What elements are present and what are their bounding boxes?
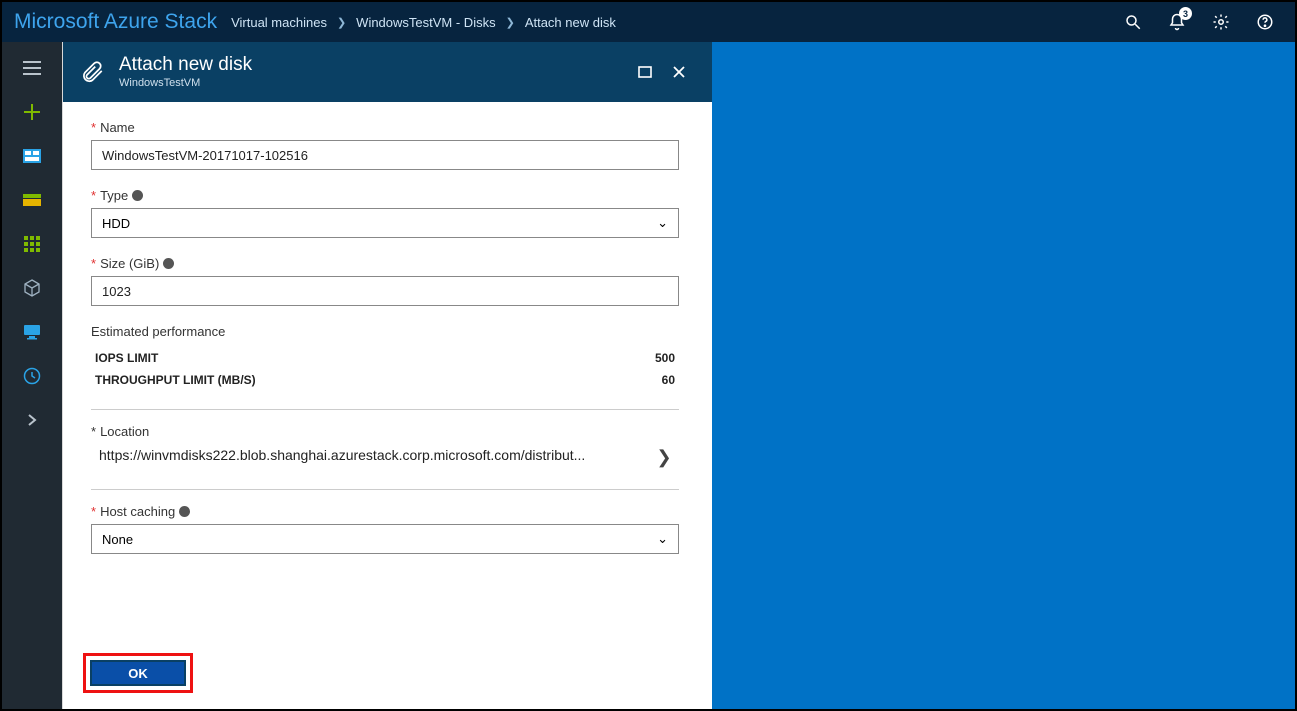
sidebar: [2, 42, 62, 709]
search-button[interactable]: [1111, 2, 1155, 42]
close-icon: [672, 65, 686, 79]
chevron-down-icon: ⌄: [657, 215, 668, 231]
blade-subtitle: WindowsTestVM: [119, 77, 628, 89]
type-label: Type: [100, 188, 128, 203]
chevron-right-icon: ❯: [337, 16, 346, 29]
chevron-right-icon: [26, 413, 38, 427]
topbar: Microsoft Azure Stack Virtual machines ❯…: [2, 2, 1295, 42]
perf-row: IOPS LIMIT 500: [91, 347, 679, 369]
name-label: Name: [100, 120, 135, 135]
restore-icon: [638, 66, 652, 78]
breadcrumb-item[interactable]: Attach new disk: [525, 15, 616, 30]
ok-button[interactable]: OK: [90, 660, 186, 686]
blade: Attach new disk WindowsTestVM * Name: [62, 42, 712, 709]
sidebar-more[interactable]: [2, 398, 62, 442]
main: Attach new disk WindowsTestVM * Name: [62, 42, 1295, 709]
chevron-down-icon: ⌄: [657, 531, 668, 547]
sidebar-all-resources[interactable]: [2, 222, 62, 266]
type-value: HDD: [102, 216, 130, 231]
host-caching-label: Host caching: [100, 504, 175, 519]
perf-label: IOPS LIMIT: [95, 351, 158, 365]
sidebar-new[interactable]: [2, 90, 62, 134]
perf-title: Estimated performance: [91, 324, 225, 339]
gear-icon: [1212, 13, 1230, 31]
perf-value: 60: [662, 373, 675, 387]
restore-button[interactable]: [628, 55, 662, 89]
host-caching-select[interactable]: None ⌄: [91, 524, 679, 554]
sidebar-recent[interactable]: [2, 354, 62, 398]
resource-icon: [23, 194, 41, 206]
hamburger-icon: [22, 60, 42, 76]
location-picker[interactable]: https://winvmdisks222.blob.shanghai.azur…: [91, 443, 679, 471]
monitor-icon: [23, 324, 41, 340]
close-button[interactable]: [662, 55, 696, 89]
body: Attach new disk WindowsTestVM * Name: [2, 42, 1295, 709]
breadcrumb-item[interactable]: Virtual machines: [231, 15, 327, 30]
info-icon[interactable]: [163, 258, 174, 269]
breadcrumb: Virtual machines ❯ WindowsTestVM - Disks…: [231, 15, 616, 30]
cube-icon: [23, 279, 41, 297]
sidebar-cube[interactable]: [2, 266, 62, 310]
blade-header: Attach new disk WindowsTestVM: [63, 42, 712, 102]
info-icon[interactable]: [179, 506, 190, 517]
host-caching-value: None: [102, 532, 133, 547]
blade-title: Attach new disk: [119, 55, 628, 76]
size-label: Size (GiB): [100, 256, 159, 271]
notification-badge: 3: [1179, 7, 1192, 20]
grid-icon: [24, 236, 40, 252]
attach-icon: [79, 59, 105, 85]
divider: [91, 489, 679, 490]
location-label: Location: [100, 424, 149, 439]
required-asterisk: *: [91, 256, 96, 271]
settings-button[interactable]: [1199, 2, 1243, 42]
location-value: https://winvmdisks222.blob.shanghai.azur…: [91, 443, 649, 471]
perf-value: 500: [655, 351, 675, 365]
name-input[interactable]: [91, 140, 679, 170]
top-actions: 3: [1111, 2, 1287, 42]
required-asterisk: *: [91, 424, 96, 439]
divider: [91, 409, 679, 410]
help-icon: [1256, 13, 1274, 31]
sidebar-resource-groups[interactable]: [2, 178, 62, 222]
blade-body: * Name * Type HDD ⌄ * Size (GiB): [63, 102, 712, 643]
blade-footer: OK: [63, 643, 712, 709]
dashboard-icon: [23, 149, 41, 163]
perf-row: THROUGHPUT LIMIT (MB/S) 60: [91, 369, 679, 391]
size-input[interactable]: [91, 276, 679, 306]
sidebar-menu-toggle[interactable]: [2, 46, 62, 90]
required-asterisk: *: [91, 504, 96, 519]
help-button[interactable]: [1243, 2, 1287, 42]
required-asterisk: *: [91, 188, 96, 203]
window: Microsoft Azure Stack Virtual machines ❯…: [0, 0, 1297, 711]
plus-icon: [22, 102, 42, 122]
notifications-button[interactable]: 3: [1155, 2, 1199, 42]
ok-highlight: OK: [83, 653, 193, 693]
chevron-right-icon: ❯: [649, 447, 679, 468]
sidebar-dashboard[interactable]: [2, 134, 62, 178]
info-icon[interactable]: [132, 190, 143, 201]
brand: Microsoft Azure Stack: [14, 10, 217, 34]
required-asterisk: *: [91, 120, 96, 135]
sidebar-virtual-machines[interactable]: [2, 310, 62, 354]
type-select[interactable]: HDD ⌄: [91, 208, 679, 238]
clock-icon: [23, 367, 41, 385]
chevron-right-icon: ❯: [506, 16, 515, 29]
search-icon: [1124, 13, 1142, 31]
perf-label: THROUGHPUT LIMIT (MB/S): [95, 373, 256, 387]
breadcrumb-item[interactable]: WindowsTestVM - Disks: [356, 15, 495, 30]
